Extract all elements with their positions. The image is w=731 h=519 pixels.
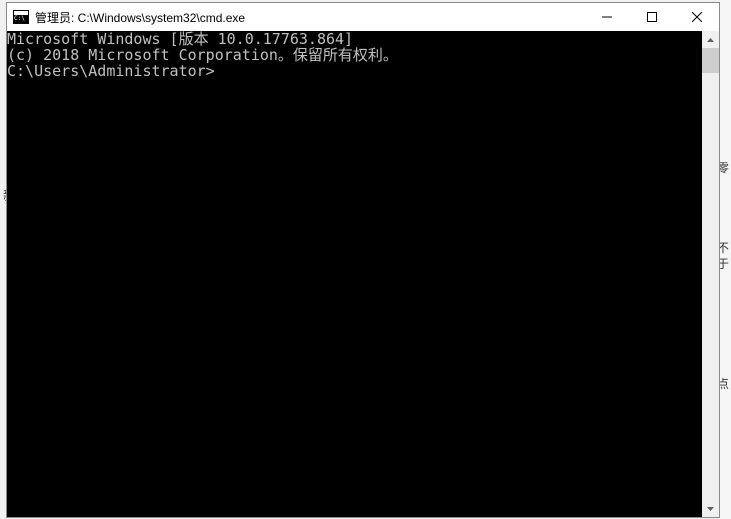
minimize-button[interactable] (584, 3, 629, 31)
terminal-prompt: C:\Users\Administrator> (7, 63, 702, 79)
terminal-line: (c) 2018 Microsoft Corporation。保留所有权利。 (7, 47, 702, 63)
client-area: Microsoft Windows [版本 10.0.17763.864](c)… (7, 31, 719, 517)
window-title: 管理员: C:\Windows\system32\cmd.exe (35, 9, 584, 26)
terminal-output[interactable]: Microsoft Windows [版本 10.0.17763.864](c)… (7, 31, 702, 517)
close-icon (692, 12, 702, 22)
chevron-up-icon (707, 38, 714, 42)
close-button[interactable] (674, 3, 719, 31)
scroll-down-button[interactable] (702, 500, 719, 517)
scrollbar-track[interactable] (702, 48, 719, 500)
titlebar[interactable]: 管理员: C:\Windows\system32\cmd.exe (7, 3, 719, 31)
chevron-down-icon (707, 507, 714, 511)
window-controls (584, 3, 719, 31)
cmd-window: 管理员: C:\Windows\system32\cmd.exe Microso… (6, 2, 720, 518)
app-icon (13, 10, 29, 24)
scroll-up-button[interactable] (702, 31, 719, 48)
maximize-button[interactable] (629, 3, 674, 31)
terminal-line: Microsoft Windows [版本 10.0.17763.864] (7, 31, 702, 47)
vertical-scrollbar[interactable] (702, 31, 719, 517)
maximize-icon (647, 12, 657, 22)
minimize-icon (602, 12, 612, 22)
scrollbar-thumb[interactable] (702, 48, 719, 73)
